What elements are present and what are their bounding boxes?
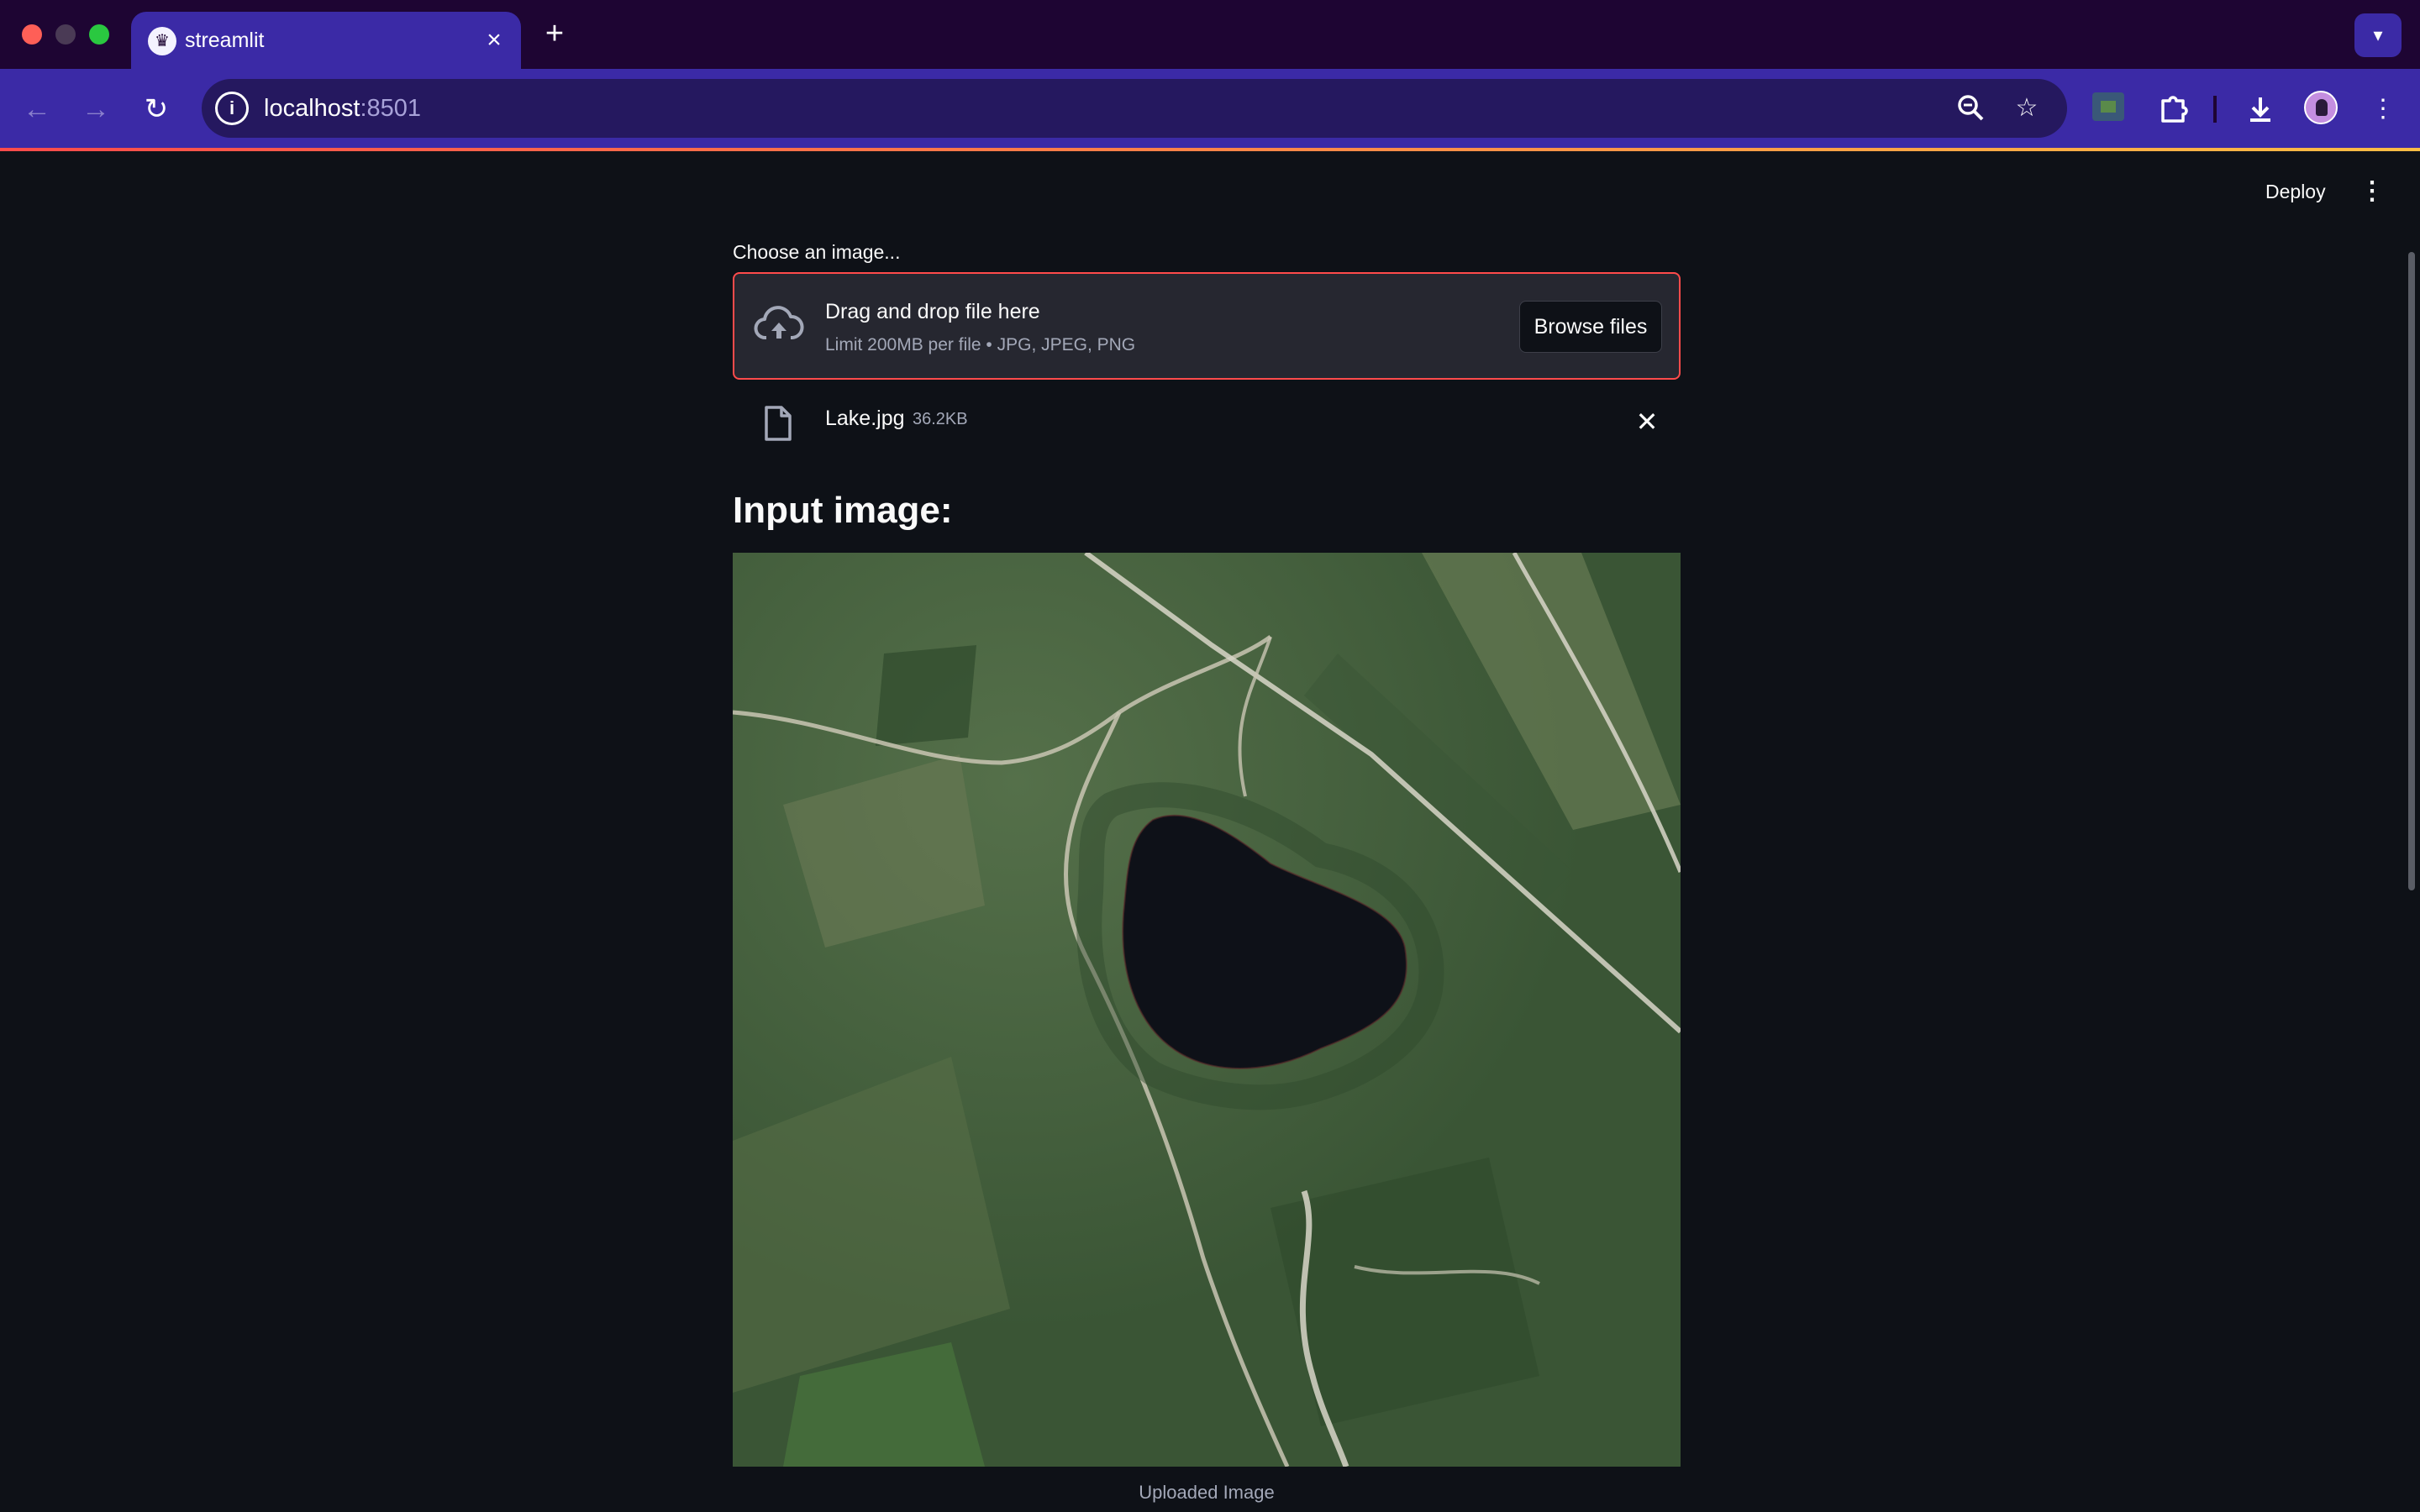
streamlit-app: Deploy ⋮ Choose an image... Drag and dro… [0, 151, 2420, 1512]
address-bar[interactable]: i localhost:8501 ☆ [202, 79, 2067, 138]
file-size: 36.2KB [913, 410, 968, 428]
plus-icon[interactable]: + [538, 17, 571, 50]
uploaded-image [733, 553, 1681, 1467]
uploaded-file-row: Lake.jpg 36.2KB ✕ [733, 396, 1681, 449]
file-name: Lake.jpg [825, 407, 905, 430]
file-dropzone[interactable]: Drag and drop file here Limit 200MB per … [733, 272, 1681, 380]
file-icon [765, 406, 792, 441]
window-zoom-button[interactable] [89, 24, 109, 45]
star-icon[interactable]: ☆ [2008, 90, 2045, 127]
info-icon[interactable]: i [215, 92, 249, 125]
window-close-button[interactable] [22, 24, 42, 45]
browse-files-button[interactable]: Browse files [1519, 301, 1662, 353]
url-host: localhost [264, 95, 360, 122]
browser-tab-bar: ♛ streamlit × + ▾ [0, 0, 2420, 69]
avatar-figure [2316, 99, 2328, 116]
uploader-label: Choose an image... [733, 241, 901, 263]
streamlit-crown-icon: ♛ [148, 27, 176, 55]
toolbar-divider [2213, 96, 2217, 123]
close-icon[interactable]: × [479, 25, 509, 55]
back-arrow-icon[interactable]: ← [15, 87, 59, 131]
download-icon[interactable] [2238, 87, 2282, 131]
browser-tab-streamlit[interactable]: ♛ streamlit × [131, 12, 521, 69]
scrollbar[interactable] [2408, 252, 2418, 1058]
reload-icon[interactable]: ↻ [134, 87, 178, 131]
aerial-lake-image [733, 553, 1681, 1467]
zoom-icon[interactable] [1953, 90, 1990, 127]
deploy-button[interactable]: Deploy [2265, 178, 2326, 205]
window-minimize-button[interactable] [55, 24, 76, 45]
forward-arrow-icon[interactable]: → [74, 87, 118, 131]
cloud-upload-icon [754, 306, 804, 339]
tab-title: streamlit [185, 29, 265, 52]
image-caption: Uploaded Image [1139, 1482, 1275, 1503]
section-heading: Input image: [733, 490, 953, 531]
close-icon[interactable]: ✕ [1630, 405, 1664, 438]
browser-toolbar: ← → ↻ i localhost:8501 ☆ ⋮ [0, 69, 2420, 148]
url-text[interactable]: localhost:8501 [264, 91, 421, 126]
chevron-down-icon[interactable]: ▾ [2354, 13, 2402, 57]
puzzle-icon[interactable] [2151, 87, 2195, 131]
more-vert-icon[interactable]: ⋮ [2360, 176, 2385, 207]
scrollbar-thumb[interactable] [2408, 252, 2415, 890]
url-port: :8501 [360, 95, 422, 122]
dropzone-title: Drag and drop file here [825, 300, 1040, 323]
profile-avatar[interactable] [2304, 91, 2338, 124]
dropzone-limits: Limit 200MB per file • JPG, JPEG, PNG [825, 335, 1136, 354]
more-vert-icon[interactable]: ⋮ [2361, 87, 2405, 131]
extension-icon[interactable] [2092, 92, 2124, 121]
